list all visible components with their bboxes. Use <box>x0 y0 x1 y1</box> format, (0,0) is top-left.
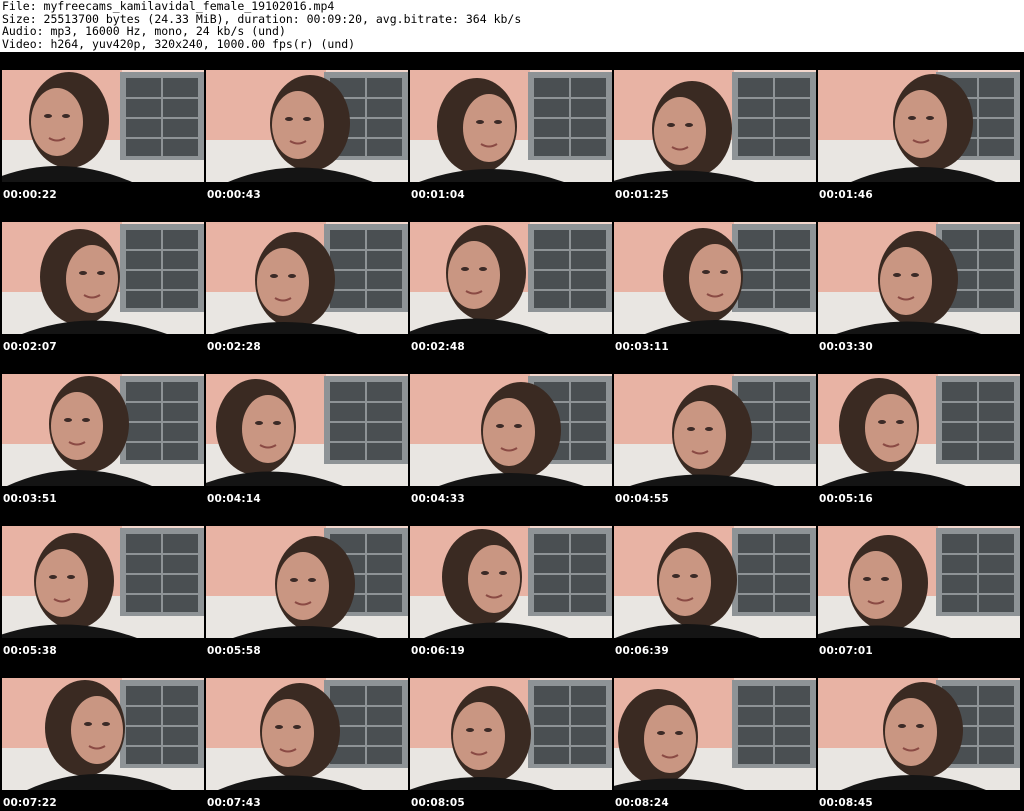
thumbnail-cell: 00:01:46 <box>816 52 1020 202</box>
thumbnail-cell: 00:02:48 <box>408 204 612 354</box>
thumbnail-timestamp: 00:07:43 <box>207 797 261 809</box>
thumbnail-timestamp: 00:03:11 <box>615 341 669 353</box>
thumbnail-timestamp: 00:01:46 <box>819 189 873 201</box>
thumbnail-timestamp: 00:02:48 <box>411 341 465 353</box>
thumbnail-image <box>614 70 816 182</box>
file-name-line: File: myfreecams_kamilavidal_female_1910… <box>2 0 335 13</box>
thumbnail-image <box>410 374 612 486</box>
thumbnail-image <box>206 526 408 638</box>
thumbnail-image <box>410 222 612 334</box>
thumbnail-image <box>410 678 612 790</box>
thumbnail-cell: 00:08:24 <box>612 660 816 810</box>
thumbnail-cell: 00:07:22 <box>0 660 204 810</box>
thumbnail-image <box>818 374 1020 486</box>
thumbnail-cell: 00:07:43 <box>204 660 408 810</box>
thumbnail-image <box>410 70 612 182</box>
thumbnail-cell: 00:01:04 <box>408 52 612 202</box>
thumbnail-cell: 00:02:07 <box>0 204 204 354</box>
thumbnail-timestamp: 00:04:33 <box>411 493 465 505</box>
thumbnail-timestamp: 00:08:24 <box>615 797 669 809</box>
thumbnail-image <box>2 70 204 182</box>
thumbnail-cell: 00:02:28 <box>204 204 408 354</box>
thumbnail-cell: 00:04:55 <box>612 356 816 506</box>
thumbnail-image <box>206 222 408 334</box>
thumbnail-cell: 00:06:39 <box>612 508 816 658</box>
thumbnail-image <box>818 70 1020 182</box>
thumbnail-timestamp: 00:03:51 <box>3 493 57 505</box>
thumbnail-image <box>410 526 612 638</box>
thumbnail-cell: 00:03:11 <box>612 204 816 354</box>
thumbnail-cell: 00:05:58 <box>204 508 408 658</box>
thumbnail-timestamp: 00:06:39 <box>615 645 669 657</box>
thumbnail-image <box>614 374 816 486</box>
thumbnail-cell: 00:08:05 <box>408 660 612 810</box>
file-info-header: File: myfreecams_kamilavidal_female_1910… <box>0 0 1024 50</box>
thumbnail-cell: 00:05:38 <box>0 508 204 658</box>
thumbnail-timestamp: 00:03:30 <box>819 341 873 353</box>
thumbnail-cell: 00:01:25 <box>612 52 816 202</box>
thumbnail-timestamp: 00:00:22 <box>3 189 57 201</box>
thumbnail-image <box>818 678 1020 790</box>
thumbnail-cell: 00:05:16 <box>816 356 1020 506</box>
thumbnail-timestamp: 00:01:04 <box>411 189 465 201</box>
thumbnail-cell: 00:07:01 <box>816 508 1020 658</box>
thumbnail-image <box>2 526 204 638</box>
thumbnail-image <box>2 374 204 486</box>
thumbnail-timestamp: 00:07:01 <box>819 645 873 657</box>
thumbnail-cell: 00:06:19 <box>408 508 612 658</box>
thumbnail-cell: 00:00:22 <box>0 52 204 202</box>
thumbnail-image <box>614 526 816 638</box>
thumbnail-timestamp: 00:06:19 <box>411 645 465 657</box>
thumbnail-timestamp: 00:01:25 <box>615 189 669 201</box>
thumbnail-image <box>2 222 204 334</box>
thumbnail-image <box>206 70 408 182</box>
thumbnail-image <box>818 526 1020 638</box>
thumbnail-timestamp: 00:08:05 <box>411 797 465 809</box>
thumbnail-timestamp: 00:04:14 <box>207 493 261 505</box>
thumbnail-timestamp: 00:05:38 <box>3 645 57 657</box>
thumbnail-cell: 00:03:30 <box>816 204 1020 354</box>
thumbnail-timestamp: 00:04:55 <box>615 493 669 505</box>
thumbnail-timestamp: 00:05:16 <box>819 493 873 505</box>
video-info-line: Video: h264, yuv420p, 320x240, 1000.00 f… <box>2 36 356 51</box>
thumbnail-image <box>818 222 1020 334</box>
audio-info-line: Audio: mp3, 16000 Hz, mono, 24 kb/s (und… <box>2 24 286 38</box>
thumbnail-cell: 00:08:45 <box>816 660 1020 810</box>
thumbnail-timestamp: 00:07:22 <box>3 797 57 809</box>
thumbnail-timestamp: 00:00:43 <box>207 189 261 201</box>
thumbnail-cell: 00:03:51 <box>0 356 204 506</box>
thumbnail-image <box>206 678 408 790</box>
thumbnail-image <box>2 678 204 790</box>
thumbnail-timestamp: 00:05:58 <box>207 645 261 657</box>
thumbnail-cell: 00:04:14 <box>204 356 408 506</box>
thumbnail-timestamp: 00:08:45 <box>819 797 873 809</box>
thumbnail-grid: 00:00:22 00:00:43 00:01:04 00:01:25 00:01:46… <box>0 52 1024 811</box>
thumbnail-cell: 00:00:43 <box>204 52 408 202</box>
thumbnail-timestamp: 00:02:07 <box>3 341 57 353</box>
thumbnail-image <box>206 374 408 486</box>
thumbnail-image <box>614 678 816 790</box>
thumbnail-timestamp: 00:02:28 <box>207 341 261 353</box>
thumbnail-cell: 00:04:33 <box>408 356 612 506</box>
thumbnail-image <box>614 222 816 334</box>
